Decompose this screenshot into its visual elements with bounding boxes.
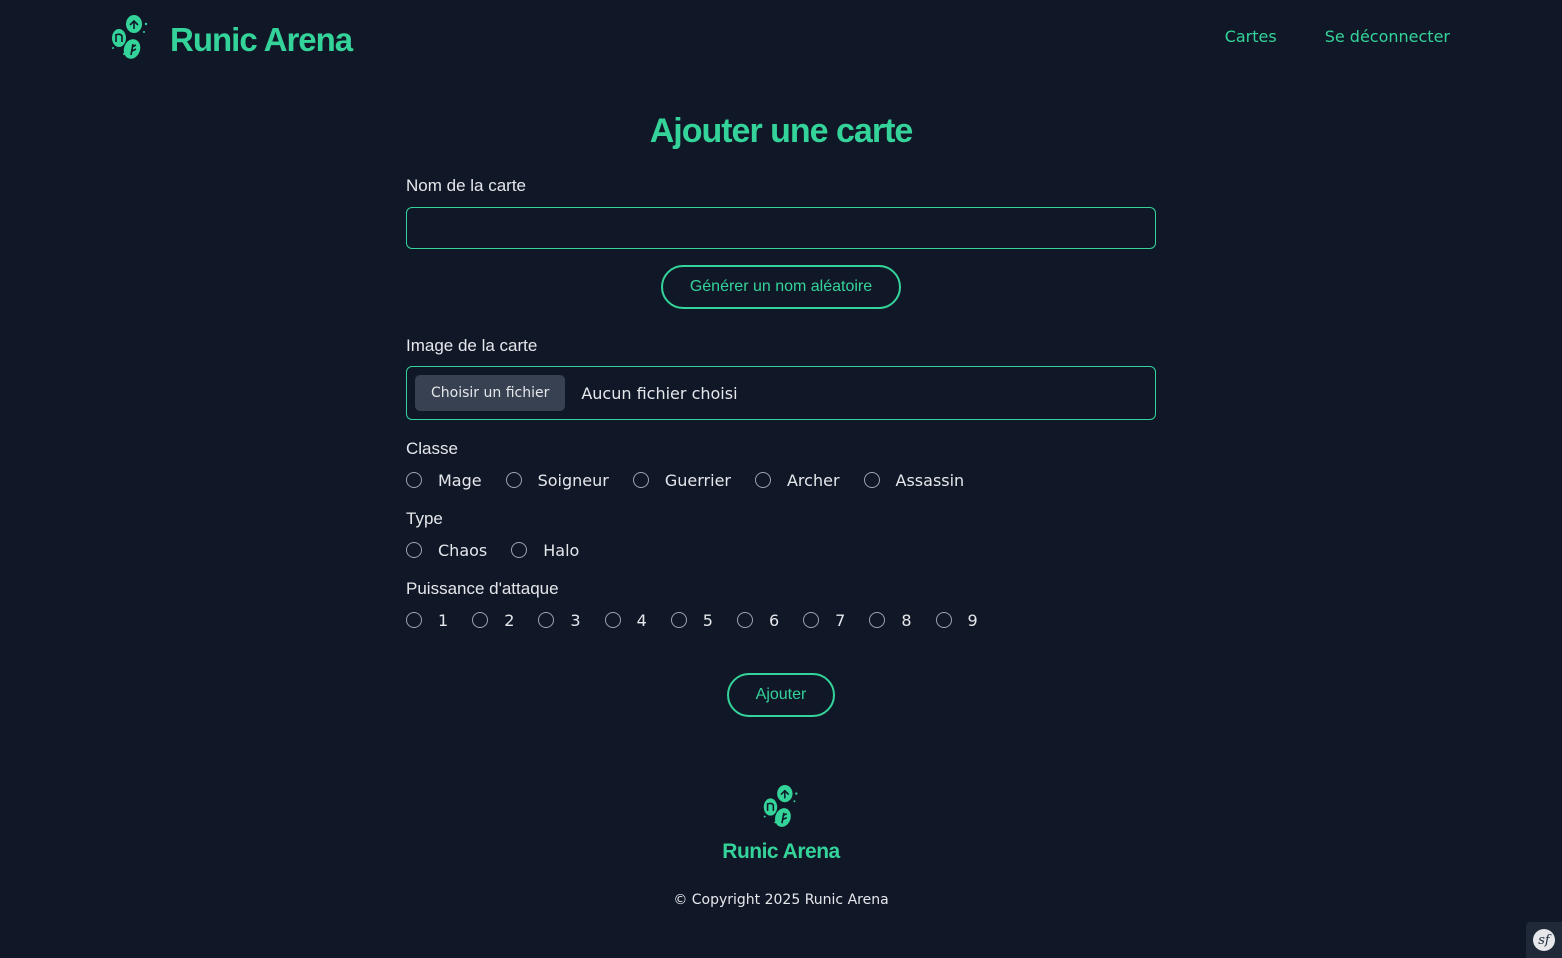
attack-option-9[interactable]: 9 bbox=[935, 610, 978, 630]
site-footer: Runic Arena © Copyright 2025 Runic Arena bbox=[0, 784, 1562, 908]
runic-stones-icon bbox=[110, 14, 150, 66]
radio-button[interactable] bbox=[511, 542, 528, 558]
radio-button[interactable] bbox=[632, 472, 649, 488]
radio-label: 3 bbox=[570, 610, 581, 630]
type-option-halo[interactable]: Halo bbox=[511, 541, 579, 560]
nav-link-logout[interactable]: Se déconnecter bbox=[1325, 27, 1450, 46]
radio-button[interactable] bbox=[505, 472, 522, 488]
file-status-text: Aucun fichier choisi bbox=[581, 383, 738, 403]
radio-button[interactable] bbox=[406, 542, 422, 558]
radio-button[interactable] bbox=[754, 472, 771, 488]
radio-button[interactable] bbox=[406, 612, 422, 628]
type-option-chaos[interactable]: Chaos bbox=[406, 541, 487, 560]
radio-button[interactable] bbox=[604, 612, 621, 628]
radio-label: Chaos bbox=[438, 540, 488, 560]
class-option-archer[interactable]: Archer bbox=[754, 470, 840, 490]
attack-option-2[interactable]: 2 bbox=[472, 611, 514, 630]
radio-button[interactable] bbox=[935, 612, 952, 628]
brand-name: Runic Arena bbox=[170, 21, 353, 58]
radio-button[interactable] bbox=[869, 612, 886, 628]
page-title: Ajouter une carte bbox=[649, 112, 914, 150]
generate-random-name-button[interactable]: Générer un nom aléatoire bbox=[661, 265, 901, 309]
submit-add-button[interactable]: Ajouter bbox=[727, 673, 835, 717]
attack-option-5[interactable]: 5 bbox=[670, 610, 713, 630]
radio-button[interactable] bbox=[736, 612, 753, 628]
radio-label: 4 bbox=[636, 610, 647, 630]
radio-label: 2 bbox=[504, 610, 515, 630]
radio-label: Halo bbox=[543, 540, 580, 560]
radio-label: Archer bbox=[786, 470, 840, 490]
attack-option-7[interactable]: 7 bbox=[803, 611, 845, 630]
attack-radio-group: 1 2 3 4 5 6 7 8 9 bbox=[406, 609, 1156, 631]
radio-label: Soigneur bbox=[537, 470, 609, 490]
copyright-text: © Copyright 2025 Runic Arena bbox=[673, 892, 889, 908]
radio-label: Guerrier bbox=[664, 470, 731, 490]
runic-stones-icon bbox=[0, 784, 1562, 834]
type-radio-group: Chaos Halo bbox=[406, 539, 1156, 561]
attack-label: Puissance d'attaque bbox=[406, 579, 559, 598]
site-header: Runic Arena Cartes Se déconnecter bbox=[0, 0, 1562, 76]
radio-label: 7 bbox=[835, 610, 846, 630]
radio-label: 1 bbox=[438, 610, 449, 630]
nav-link-cartes[interactable]: Cartes bbox=[1225, 27, 1277, 46]
radio-label: Mage bbox=[438, 470, 482, 490]
symfony-logo-icon: sf bbox=[1533, 929, 1555, 951]
class-option-guerrier[interactable]: Guerrier bbox=[632, 470, 731, 490]
card-image-file-input[interactable]: Choisir un fichier Aucun fichier choisi bbox=[406, 366, 1156, 420]
radio-label: 6 bbox=[768, 610, 780, 630]
attack-option-6[interactable]: 6 bbox=[736, 610, 780, 630]
choose-file-button[interactable]: Choisir un fichier bbox=[415, 375, 566, 411]
card-name-label: Nom de la carte bbox=[406, 176, 526, 195]
attack-option-8[interactable]: 8 bbox=[869, 610, 912, 630]
radio-label: 8 bbox=[901, 610, 912, 630]
footer-brand-name: Runic Arena bbox=[722, 840, 840, 863]
radio-label: 5 bbox=[702, 610, 713, 630]
attack-option-3[interactable]: 3 bbox=[538, 610, 581, 630]
radio-label: Assassin bbox=[895, 470, 965, 490]
radio-button[interactable] bbox=[863, 472, 880, 488]
class-label: Classe bbox=[406, 439, 458, 458]
class-option-mage[interactable]: Mage bbox=[406, 471, 482, 490]
brand-link[interactable]: Runic Arena bbox=[110, 14, 353, 66]
symfony-toolbar-toggle[interactable]: sf bbox=[1526, 922, 1562, 958]
class-option-soigneur[interactable]: Soigneur bbox=[505, 470, 609, 490]
main-nav: Cartes Se déconnecter bbox=[1225, 27, 1450, 46]
class-option-assassin[interactable]: Assassin bbox=[863, 470, 965, 490]
radio-button[interactable] bbox=[538, 612, 555, 628]
radio-button[interactable] bbox=[406, 472, 422, 488]
radio-button[interactable] bbox=[803, 612, 820, 628]
add-card-form: Nom de la carte Générer un nom aléatoire… bbox=[406, 176, 1156, 717]
type-label: Type bbox=[406, 509, 443, 528]
attack-option-4[interactable]: 4 bbox=[604, 610, 647, 630]
class-radio-group: Mage Soigneur Guerrier Archer Assassin bbox=[406, 469, 1156, 491]
card-image-label: Image de la carte bbox=[406, 336, 538, 355]
radio-label: 9 bbox=[967, 610, 978, 630]
radio-button[interactable] bbox=[670, 612, 687, 628]
radio-button[interactable] bbox=[472, 612, 489, 628]
card-name-input[interactable] bbox=[406, 207, 1156, 249]
attack-option-1[interactable]: 1 bbox=[406, 611, 448, 630]
